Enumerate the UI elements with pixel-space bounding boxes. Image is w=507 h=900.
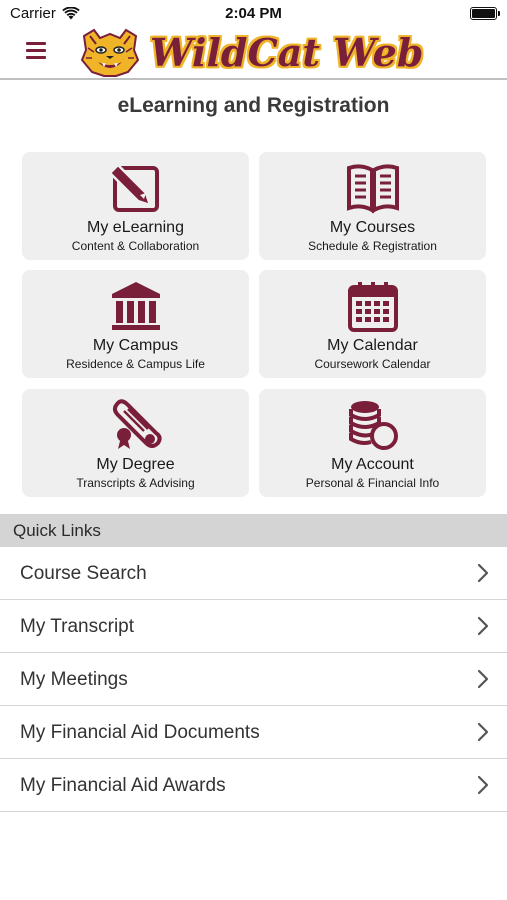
quick-link-my-transcript[interactable]: My Transcript — [0, 600, 507, 653]
tile-title: My Courses — [329, 219, 416, 236]
tile-my-calendar[interactable]: My Calendar Coursework Calendar — [259, 270, 486, 378]
building-columns-icon — [111, 282, 160, 330]
tile-title: My Calendar — [327, 337, 418, 354]
tile-subtitle: Schedule & Registration — [308, 239, 437, 253]
chevron-right-icon — [477, 616, 489, 636]
quick-links-list: Course Search My Transcript My Meetings … — [0, 547, 507, 812]
quick-link-label: My Financial Aid Awards — [20, 775, 226, 796]
tile-my-elearning[interactable]: My eLearning Content & Collaboration — [22, 152, 249, 260]
hamburger-icon[interactable] — [26, 42, 46, 60]
tile-my-degree[interactable]: My Degree Transcripts & Advising — [22, 389, 249, 497]
quick-link-label: Course Search — [20, 563, 147, 584]
coins-icon — [348, 401, 398, 450]
chevron-right-icon — [477, 722, 489, 742]
calendar-icon — [347, 282, 398, 332]
quick-link-my-meetings[interactable]: My Meetings — [0, 653, 507, 706]
quick-links-header: Quick Links — [0, 514, 507, 547]
status-time: 2:04 PM — [225, 5, 282, 22]
quick-link-financial-aid-awards[interactable]: My Financial Aid Awards — [0, 759, 507, 812]
pencil-note-icon — [109, 163, 159, 212]
wildcat-mascot-logo — [80, 28, 140, 77]
chevron-right-icon — [477, 563, 489, 583]
tile-title: My Degree — [96, 456, 175, 473]
diploma-scroll-icon — [112, 399, 162, 449]
tile-title: My Campus — [92, 337, 179, 354]
tile-subtitle: Coursework Calendar — [314, 357, 431, 371]
page-title: eLearning and Registration — [117, 94, 390, 117]
tile-subtitle: Content & Collaboration — [71, 239, 200, 253]
quick-link-label: My Financial Aid Documents — [20, 722, 260, 743]
tile-my-account[interactable]: My Account Personal & Financial Info — [259, 389, 486, 497]
status-bar: Carrier 2:04 PM — [0, 0, 507, 28]
tile-my-campus[interactable]: My Campus Residence & Campus Life — [22, 270, 249, 378]
open-book-icon — [346, 164, 399, 214]
battery-icon — [470, 7, 500, 20]
quick-link-course-search[interactable]: Course Search — [0, 547, 507, 600]
app-header: WildCat Web — [0, 28, 507, 80]
chevron-right-icon — [477, 669, 489, 689]
quick-link-label: My Meetings — [20, 669, 128, 690]
battery-fill — [472, 9, 495, 18]
quick-link-label: My Transcript — [20, 616, 135, 637]
tile-subtitle: Transcripts & Advising — [76, 476, 195, 490]
tile-subtitle: Residence & Campus Life — [66, 357, 205, 371]
app-logo-text: WildCat Web — [150, 30, 424, 75]
chevron-right-icon — [477, 775, 489, 795]
tile-title: My eLearning — [87, 219, 184, 236]
tile-my-courses[interactable]: My Courses Schedule & Registration — [259, 152, 486, 260]
tile-subtitle: Personal & Financial Info — [305, 476, 440, 490]
tile-title: My Account — [331, 456, 414, 473]
quick-link-financial-aid-documents[interactable]: My Financial Aid Documents — [0, 706, 507, 759]
